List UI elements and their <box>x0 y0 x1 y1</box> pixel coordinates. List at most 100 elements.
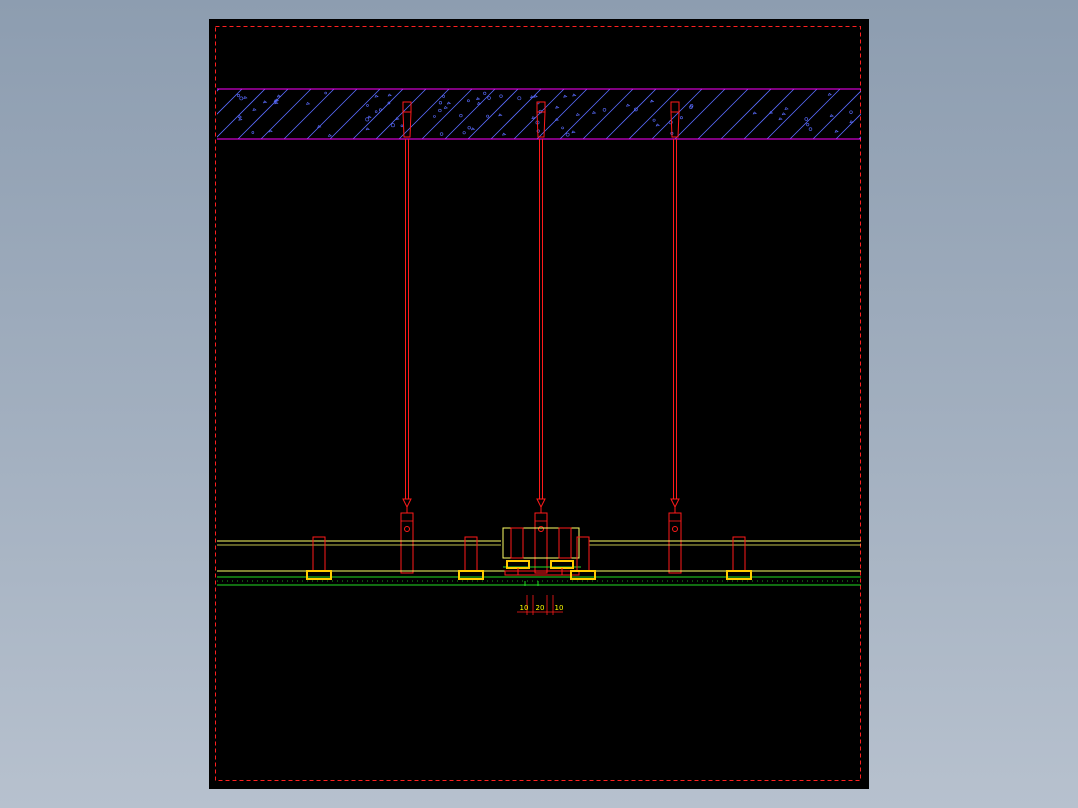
hatch-line <box>513 89 565 139</box>
aggregate-chip <box>252 108 257 111</box>
hatch-line <box>260 89 312 139</box>
clip-gasket <box>458 570 484 580</box>
aggregate-chip <box>563 94 568 98</box>
aggregate-dot <box>462 131 466 135</box>
aggregate-chip <box>649 99 655 103</box>
slab-hatch <box>217 89 861 139</box>
aggregate-chip <box>327 133 333 137</box>
aggregate-chip <box>575 113 581 116</box>
aggregate-dot <box>433 115 436 118</box>
clip-gasket <box>306 570 332 580</box>
aggregate-dot <box>483 91 487 95</box>
aggregate-dot <box>438 108 442 113</box>
aggregate-chip <box>501 132 507 136</box>
aggregate-chip <box>476 101 482 105</box>
aggregate-chip <box>367 115 372 119</box>
hatch-line <box>789 89 841 139</box>
clip-post <box>464 536 478 572</box>
aggregate-dot <box>467 99 470 103</box>
hanger-bracket <box>400 512 414 574</box>
aggregate-dot <box>849 110 853 114</box>
hatch-line <box>283 89 335 139</box>
aggregate-chip <box>655 123 660 127</box>
hatch-line <box>306 89 358 139</box>
aggregate-chip <box>276 94 282 98</box>
aggregate-chip <box>243 95 248 99</box>
aggregate-dot <box>366 104 369 107</box>
aggregate-chip <box>476 97 481 100</box>
aggregate-dot <box>251 131 255 134</box>
aggregate-dot <box>324 91 327 95</box>
hatch-line <box>743 89 795 139</box>
aggregate-dot <box>561 126 564 130</box>
drawing-sheet: 10 20 10 <box>209 19 869 789</box>
aggregate-chip <box>827 92 833 96</box>
ceiling-section-drawing: 10 20 10 <box>215 26 861 781</box>
aggregate-dot <box>602 108 607 112</box>
hatch-line <box>375 89 427 139</box>
aggregate-dot <box>652 118 656 122</box>
connector-inner-left <box>510 527 524 559</box>
clip-4 <box>726 536 752 580</box>
anchor-bolt <box>402 111 412 138</box>
aggregate-chip <box>305 101 311 105</box>
hanger-bracket <box>668 512 682 574</box>
connector-inner-right <box>558 527 572 559</box>
aggregate-dot <box>378 108 382 112</box>
hanger-1 <box>400 101 414 574</box>
aggregate-dot <box>517 96 522 101</box>
rod-adjuster <box>536 498 546 509</box>
hatch-line <box>697 89 749 139</box>
hatch-line <box>444 89 496 139</box>
aggregate-dot <box>680 116 683 120</box>
hatch-line <box>651 89 703 139</box>
aggregate-chip <box>395 117 400 120</box>
aggregate-dot <box>239 96 244 101</box>
aggregate-dot <box>804 117 809 121</box>
aggregate-dot <box>365 117 370 122</box>
aggregate-chip <box>470 127 476 131</box>
dim-label-middle: 20 <box>536 604 545 612</box>
aggregate-chip <box>262 100 268 104</box>
clip-2 <box>458 536 484 580</box>
hatch-line <box>490 89 542 139</box>
hatch-line <box>217 89 243 115</box>
aggregate-dot <box>374 110 378 113</box>
aggregate-dot <box>459 114 463 118</box>
hatch-line <box>329 89 381 139</box>
aggregate-dot <box>499 94 503 98</box>
aggregate-chip <box>571 130 576 134</box>
aggregate-chip <box>443 106 449 109</box>
bracket-bolt-hole <box>538 526 544 532</box>
hatch-line <box>467 89 519 139</box>
hanger-bracket <box>534 512 548 574</box>
aggregate-chip <box>834 129 839 133</box>
bracket-bolt-hole <box>672 526 678 532</box>
aggregate-chip <box>374 94 379 98</box>
aggregate-dot <box>565 132 570 137</box>
rod-adjuster <box>670 498 680 509</box>
central-connector-block <box>502 527 580 559</box>
aggregate-dot <box>487 96 491 100</box>
hatch-line <box>835 113 861 139</box>
hatch-line <box>720 89 772 139</box>
aggregate-chip <box>555 105 560 109</box>
hatch-line <box>559 89 611 139</box>
clip-post <box>732 536 746 572</box>
aggregate-chip <box>752 111 757 115</box>
sheet-frame <box>215 26 861 781</box>
aggregate-chip <box>446 101 452 105</box>
aggregate-dot <box>442 94 446 98</box>
cad-viewport[interactable]: 10 20 10 <box>0 0 1078 808</box>
bracket-bolt-hole <box>404 526 410 532</box>
aggregate-chip <box>829 114 834 117</box>
hatch-line <box>605 89 657 139</box>
hatch-line <box>398 89 450 139</box>
clip-gasket <box>726 570 752 580</box>
aggregate-dot <box>236 93 241 98</box>
aggregate-dot <box>439 132 444 136</box>
aggregate-chip <box>784 107 789 110</box>
aggregate-chip <box>238 117 243 121</box>
anchor-head <box>670 101 680 113</box>
aggregate-chip <box>778 117 783 121</box>
